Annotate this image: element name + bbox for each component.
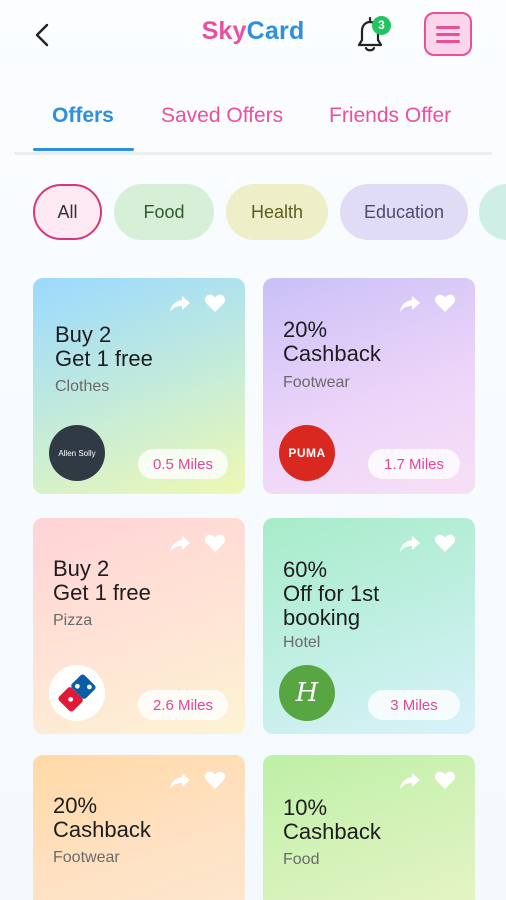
menu-button[interactable]: [424, 12, 472, 56]
notification-badge: 3: [372, 16, 391, 35]
offer-category: Footwear: [283, 374, 350, 391]
offer-title: Buy 2 Get 1 free: [53, 556, 151, 605]
offer-title: 20% Cashback: [53, 793, 151, 842]
brand-logo: [49, 665, 105, 721]
filter-chip-health[interactable]: Health: [226, 184, 328, 240]
distance-badge: 2.6 Miles: [138, 690, 228, 720]
offer-tabs: Offers Saved Offers Friends Offer: [0, 92, 506, 154]
offer-category: Pizza: [53, 612, 93, 629]
share-icon[interactable]: [169, 534, 191, 554]
offer-card[interactable]: 20% Cashback Footwear PUMA 1.7 Miles: [263, 278, 475, 494]
distance-badge: 1.7 Miles: [368, 449, 460, 479]
offer-category: Hotel: [283, 634, 321, 651]
offer-title: 20% Cashback: [283, 317, 381, 366]
filter-chip-all[interactable]: All: [33, 184, 102, 240]
distance-badge: 0.5 Miles: [138, 449, 228, 479]
category-filters: All Food Health Education: [0, 184, 506, 242]
app-header: SkyCard 3: [0, 0, 506, 70]
offer-card[interactable]: 20% Cashback Footwear: [33, 755, 245, 900]
brand-logo: Allen Solly: [49, 425, 105, 481]
share-icon[interactable]: [169, 294, 191, 314]
app-title-card: Card: [246, 17, 305, 45]
menu-icon-line: [436, 33, 460, 36]
share-icon[interactable]: [399, 294, 421, 314]
filter-chip-food[interactable]: Food: [114, 184, 214, 240]
offer-category: Clothes: [55, 378, 110, 395]
share-icon[interactable]: [399, 534, 421, 554]
app-title-sky: Sky: [201, 17, 247, 45]
offer-category: Food: [283, 851, 320, 868]
distance-badge: 3 Miles: [368, 690, 460, 720]
offer-title: 10% Cashback: [283, 795, 381, 844]
offer-card[interactable]: 10% Cashback Food: [263, 755, 475, 900]
filter-chip-more[interactable]: [479, 184, 506, 240]
offer-card[interactable]: Buy 2 Get 1 free Clothes Allen Solly 0.5…: [33, 278, 245, 494]
offer-category: Footwear: [53, 849, 120, 866]
tab-offers[interactable]: Offers: [52, 104, 114, 128]
brand-logo: PUMA: [279, 425, 335, 481]
menu-icon: [436, 26, 460, 29]
offer-card[interactable]: 60% Off for 1st booking Hotel H 3 Miles: [263, 518, 475, 734]
dominos-logo-icon: [58, 674, 96, 712]
tabs-divider: [14, 152, 492, 155]
menu-icon-line: [436, 40, 460, 43]
brand-logo: H: [279, 665, 335, 721]
heart-icon[interactable]: [204, 293, 226, 313]
heart-icon[interactable]: [204, 770, 226, 790]
active-tab-indicator: [33, 148, 134, 151]
offer-card[interactable]: Buy 2 Get 1 free Pizza 2.6 Miles: [33, 518, 245, 734]
share-icon[interactable]: [169, 771, 191, 791]
heart-icon[interactable]: [434, 770, 456, 790]
heart-icon[interactable]: [434, 293, 456, 313]
offer-title: 60% Off for 1st booking: [283, 557, 380, 630]
tab-saved-offers[interactable]: Saved Offers: [161, 104, 283, 128]
offer-title: Buy 2 Get 1 free: [55, 322, 153, 371]
heart-icon[interactable]: [204, 533, 226, 553]
share-icon[interactable]: [399, 771, 421, 791]
heart-icon[interactable]: [434, 533, 456, 553]
filter-chip-education[interactable]: Education: [340, 184, 468, 240]
tab-friends-offer[interactable]: Friends Offer: [329, 104, 451, 128]
